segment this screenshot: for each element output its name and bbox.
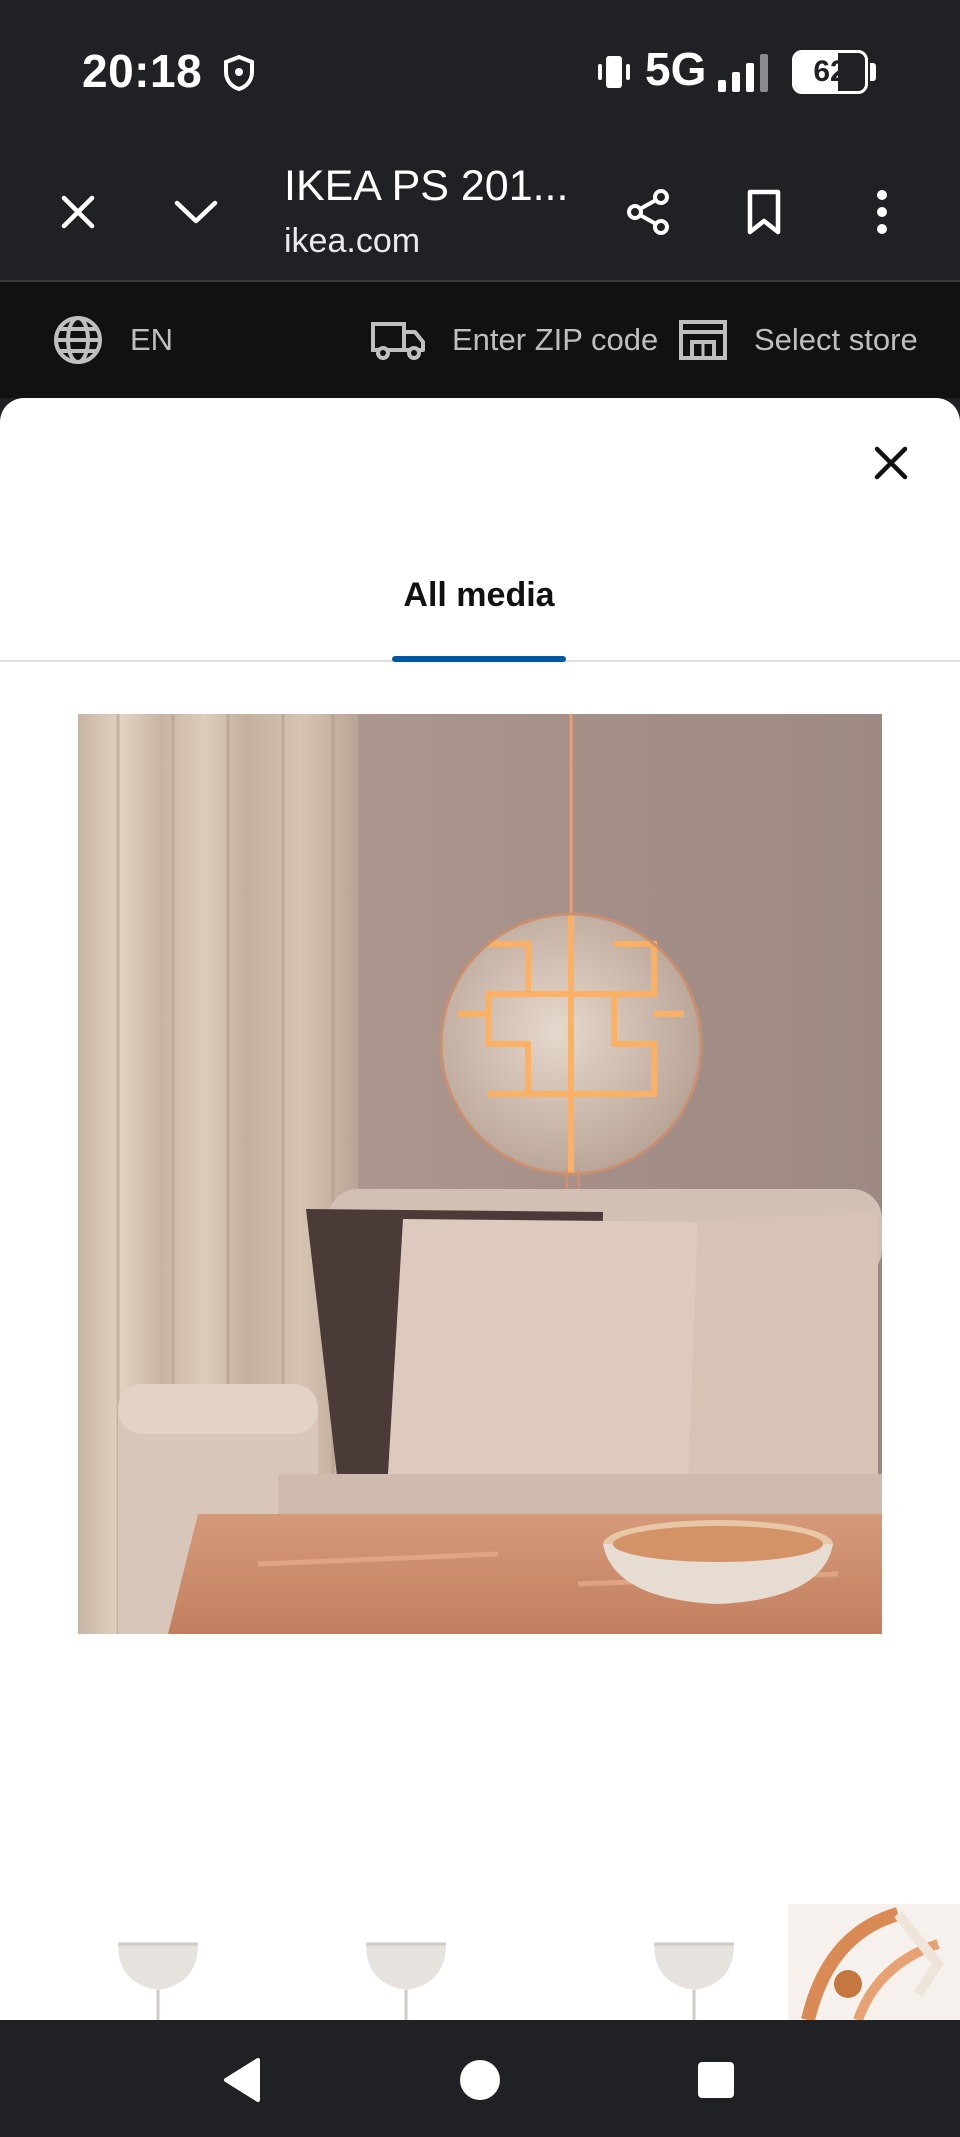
browser-toolbar: IKEA PS 201... ikea.com	[0, 140, 960, 282]
vibrate-icon	[598, 56, 630, 88]
tab-all-media[interactable]: All media	[392, 558, 566, 662]
zip-code-label: Enter ZIP code	[452, 322, 659, 357]
bookmark-icon	[747, 189, 781, 235]
white-pendant-shade-thumbnail[interactable]	[614, 1904, 774, 2020]
store-selector-button[interactable]: Select store	[678, 282, 918, 398]
home-icon	[460, 2060, 500, 2100]
system-navigation-bar	[0, 2020, 960, 2137]
close-icon	[874, 446, 908, 480]
shield-icon	[224, 54, 254, 92]
page-domain: ikea.com	[284, 222, 421, 260]
zip-code-button[interactable]: Enter ZIP code	[370, 282, 658, 398]
more-vert-icon	[877, 190, 887, 234]
share-icon	[627, 189, 669, 235]
chevron-down-icon	[174, 200, 218, 224]
page-title: IKEA PS 201...	[284, 162, 569, 210]
minimize-tab-button[interactable]	[156, 172, 236, 252]
tab-label: All media	[403, 576, 555, 614]
battery-percent: 62	[813, 55, 847, 88]
active-tab-indicator	[392, 656, 566, 662]
status-bar: 20:18 5G 62	[0, 0, 960, 140]
store-icon	[679, 320, 727, 360]
globe-icon	[54, 316, 102, 364]
close-tab-button[interactable]	[38, 172, 118, 252]
white-pendant-shade-thumbnail[interactable]	[326, 1904, 486, 2020]
network-type: 5G	[645, 43, 707, 95]
bookmark-button[interactable]	[724, 172, 804, 252]
recents-icon	[698, 2062, 734, 2098]
language-selector[interactable]: EN	[52, 282, 173, 398]
truck-icon	[371, 322, 425, 360]
media-gallery-modal: All media	[0, 398, 960, 2020]
home-button[interactable]	[440, 2040, 520, 2120]
copper-lamp-detail-thumbnail[interactable]	[788, 1904, 960, 2020]
back-icon	[224, 2058, 260, 2102]
white-pendant-shade-thumbnail[interactable]	[78, 1904, 238, 2020]
signal-icon	[718, 54, 768, 92]
close-icon	[61, 195, 95, 229]
status-time: 20:18	[82, 45, 203, 97]
battery-icon: 62	[792, 50, 876, 94]
store-label: Select store	[754, 322, 918, 357]
language-label: EN	[130, 322, 174, 357]
media-thumbnail-strip	[0, 1904, 960, 2020]
more-options-button[interactable]	[842, 172, 922, 252]
site-utility-bar: EN Enter ZIP code Select store	[0, 282, 960, 398]
pendant-lamp-photo	[78, 714, 882, 1634]
back-button[interactable]	[202, 2040, 282, 2120]
media-tabs: All media	[0, 558, 960, 662]
recents-button[interactable]	[676, 2040, 756, 2120]
share-button[interactable]	[608, 172, 688, 252]
close-modal-button[interactable]	[862, 434, 920, 492]
product-main-image[interactable]	[78, 714, 882, 1634]
